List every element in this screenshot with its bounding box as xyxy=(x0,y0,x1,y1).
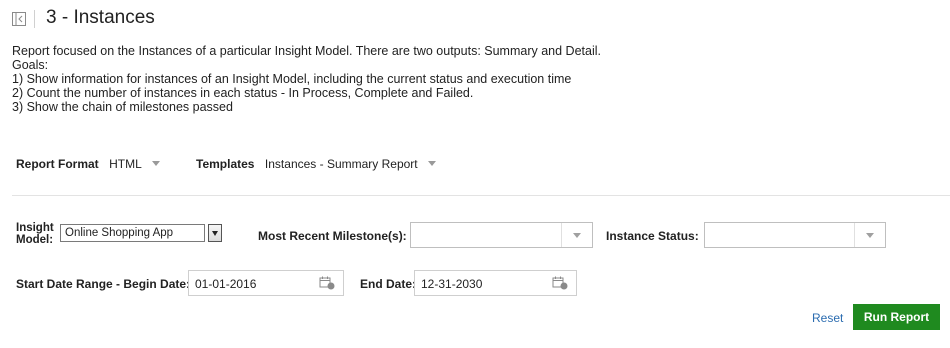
section-divider xyxy=(12,195,950,196)
reset-link[interactable]: Reset xyxy=(812,311,843,325)
calendar-icon[interactable] xyxy=(552,276,568,290)
insight-model-select[interactable]: Online Shopping App xyxy=(60,224,205,242)
description-line: Goals: xyxy=(12,58,49,72)
sidebar-toggle-icon[interactable] xyxy=(12,12,26,26)
end-date-label: End Date: xyxy=(360,277,417,291)
insight-model-label-line: Model: xyxy=(16,234,54,246)
start-date-value: 01-01-2016 xyxy=(195,277,257,291)
report-format-value[interactable]: HTML xyxy=(109,157,142,171)
milestone-dropdown-button[interactable] xyxy=(561,223,592,247)
calendar-icon[interactable] xyxy=(319,276,335,290)
templates-value[interactable]: Instances - Summary Report xyxy=(265,157,418,171)
description-line: 1) Show information for instances of an … xyxy=(12,72,572,86)
page-title: 3 - Instances xyxy=(46,7,155,28)
description-line: 2) Count the number of instances in each… xyxy=(12,86,474,100)
templates-label: Templates xyxy=(196,157,255,171)
end-date-value: 12-31-2030 xyxy=(421,277,483,291)
end-date-input[interactable]: 12-31-2030 xyxy=(414,270,577,296)
report-format-control: Report Format HTML xyxy=(16,155,161,173)
description-line: 3) Show the chain of milestones passed xyxy=(12,100,233,114)
templates-control: Templates Instances - Summary Report xyxy=(196,155,437,173)
chevron-down-icon xyxy=(573,233,581,238)
chevron-down-icon xyxy=(212,231,218,236)
insight-model-dropdown-button[interactable] xyxy=(208,224,222,242)
description-line: Report focused on the Instances of a par… xyxy=(12,44,601,58)
instance-status-dropdown-button[interactable] xyxy=(854,223,885,247)
report-format-dropdown-icon[interactable] xyxy=(152,161,161,167)
milestone-select[interactable] xyxy=(410,222,593,248)
chevron-down-icon xyxy=(866,233,874,238)
milestone-label: Most Recent Milestone(s): xyxy=(258,229,407,243)
instance-status-label: Instance Status: xyxy=(606,229,699,243)
instance-status-select[interactable] xyxy=(704,222,886,248)
templates-dropdown-icon[interactable] xyxy=(428,161,437,167)
start-date-label: Start Date Range - Begin Date: xyxy=(16,277,191,291)
run-report-button[interactable]: Run Report xyxy=(853,304,940,330)
insight-model-label-line: Insight xyxy=(16,222,54,234)
insight-model-label: Insight Model: xyxy=(16,222,54,246)
report-description: Report focused on the Instances of a par… xyxy=(12,44,601,114)
start-date-input[interactable]: 01-01-2016 xyxy=(188,270,344,296)
header-divider xyxy=(34,10,35,28)
report-format-label: Report Format xyxy=(16,157,99,171)
